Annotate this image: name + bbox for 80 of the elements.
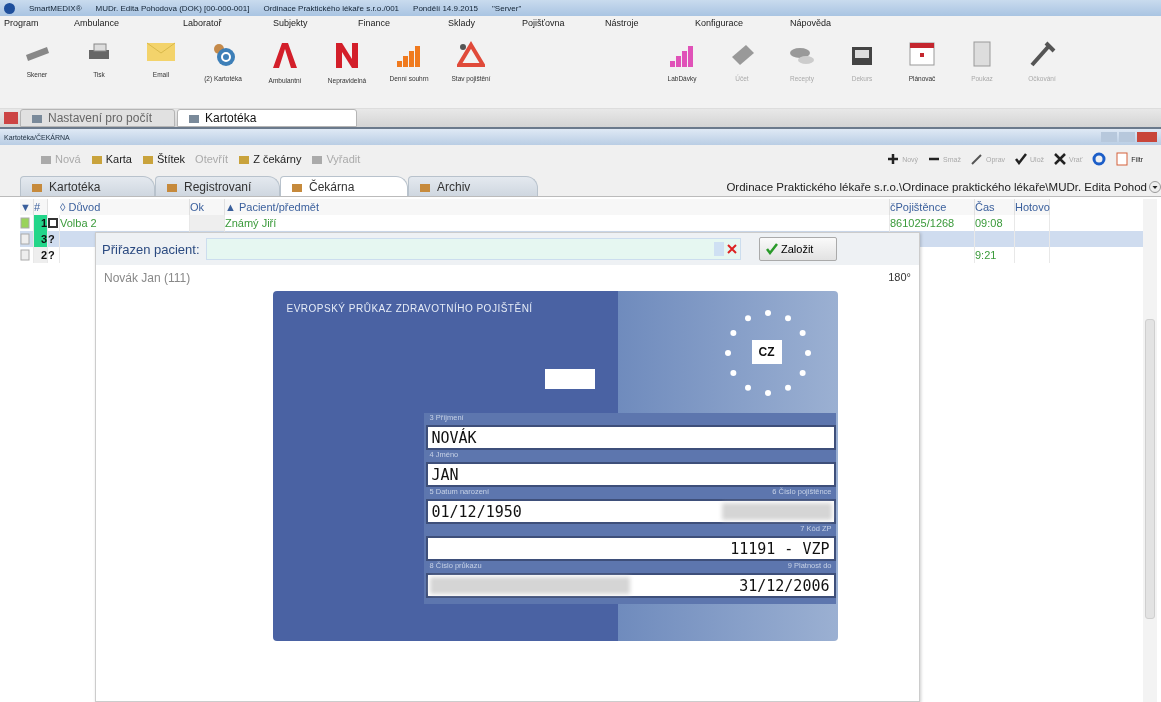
window-title: SmartMEDIX®: [29, 3, 82, 13]
patient-field[interactable]: [205, 238, 741, 260]
column-header[interactable]: ▲ Pacient/předmět: [225, 199, 890, 215]
action-icon: [311, 153, 324, 165]
tab-icon: [188, 112, 200, 124]
tab[interactable]: Archiv: [408, 176, 538, 196]
patient-name: Novák Jan (111): [104, 271, 191, 285]
document-tab[interactable]: Kartotéka: [177, 109, 357, 127]
column-header[interactable]: ◊ Důvod: [60, 199, 190, 215]
plus-icon: [887, 153, 900, 165]
menu-item[interactable]: Nástroje: [605, 16, 695, 31]
menu-item[interactable]: Laboratoř: [183, 16, 273, 31]
person-icon: [20, 217, 30, 229]
clipboard-icon: [1116, 152, 1129, 166]
table-cell: 3: [34, 231, 48, 247]
app-logo-icon: [4, 2, 15, 14]
window-controls-icon[interactable]: [1101, 131, 1157, 143]
rotate-button[interactable]: 180°: [888, 271, 911, 285]
refresh-icon: [1092, 152, 1107, 166]
window-title: Pondělí 14.9.2015: [413, 3, 478, 13]
action-button[interactable]: Z čekárny: [238, 153, 302, 165]
create-button[interactable]: Založit: [759, 237, 837, 261]
scrollbar[interactable]: [1143, 199, 1157, 702]
action-button[interactable]: [1092, 152, 1107, 166]
country-code: CZ: [751, 340, 782, 364]
menu-item[interactable]: Pojišťovna: [522, 16, 605, 31]
menu-item[interactable]: Sklady: [448, 16, 522, 31]
column-header[interactable]: Hotovo: [1015, 199, 1050, 215]
action-icon: [40, 153, 52, 165]
column-header[interactable]: čPojištěnce: [890, 199, 975, 215]
card-field-value: 11191 - VZP: [425, 536, 836, 561]
person-icon: [20, 249, 30, 261]
column-header[interactable]: #: [34, 199, 48, 215]
action-icon: [90, 153, 103, 165]
letter-n-icon: [333, 41, 361, 69]
blank-label: [544, 369, 595, 389]
card-field-value: 01/12/1950: [425, 499, 836, 524]
window-title: Ordinace Praktického lékaře s.r.o./001: [263, 3, 400, 13]
action-button[interactable]: Štítek: [142, 153, 186, 165]
table-cell: 2: [34, 247, 48, 263]
window-title: "Server": [492, 3, 522, 13]
syringe-icon: [1028, 41, 1056, 67]
field-label: Přiřazen pacient:: [102, 241, 200, 257]
table-cell: 9:21: [975, 247, 1015, 263]
menu-item[interactable]: Subjekty: [273, 16, 358, 31]
card-field-value: 31/12/2006: [425, 573, 836, 598]
tab-icon: [31, 112, 43, 124]
document-tab[interactable]: Nastavení pro počít: [20, 109, 175, 127]
tab[interactable]: Čekárna: [280, 176, 408, 196]
table-cell: ?: [48, 247, 60, 263]
menu-item[interactable]: Nápověda: [790, 16, 850, 31]
card-title: EVROPSKÝ PRŮKAZ ZDRAVOTNÍHO POJIŠTĚNÍ: [286, 303, 533, 316]
path-text: Ordinace Praktického lékaře s.r.o.\Ordinace praktického lékaře\MUDr. Edita Pohod: [726, 181, 1147, 193]
check-icon: [1015, 153, 1028, 165]
action-button[interactable]: Karta: [90, 153, 132, 165]
tab[interactable]: Registrovaní: [155, 176, 280, 196]
card-field-value: NOVÁK: [425, 425, 836, 450]
column-header[interactable]: ▼: [20, 199, 34, 215]
letter-a-icon: [271, 41, 299, 69]
person-icon: [20, 233, 30, 245]
menu-item[interactable]: Program: [4, 16, 74, 31]
column-header[interactable]: Čas: [975, 199, 1015, 215]
action-icon: [142, 153, 154, 165]
warning-query-icon: [457, 41, 485, 67]
envelope-icon: [146, 41, 176, 63]
column-header[interactable]: Ok: [190, 199, 225, 215]
menu-item[interactable]: Ambulance: [74, 16, 183, 31]
menu-item[interactable]: Konfigurace: [695, 16, 790, 31]
pencil-icon: [971, 153, 983, 165]
calendar-icon: [908, 41, 936, 67]
table-cell: 1: [34, 215, 48, 231]
cross-icon: [1054, 153, 1067, 165]
menu-item[interactable]: Finance: [358, 16, 448, 31]
check-icon: [766, 243, 778, 255]
window-title: MUDr. Edita Pohodova (DOK) [00-000-001]: [95, 3, 250, 13]
clear-icon[interactable]: [726, 242, 738, 256]
action-icon: [238, 153, 251, 165]
card-field-value: JAN: [425, 462, 836, 487]
tab[interactable]: Kartotéka: [20, 176, 155, 196]
dropdown-icon[interactable]: [1149, 181, 1161, 193]
